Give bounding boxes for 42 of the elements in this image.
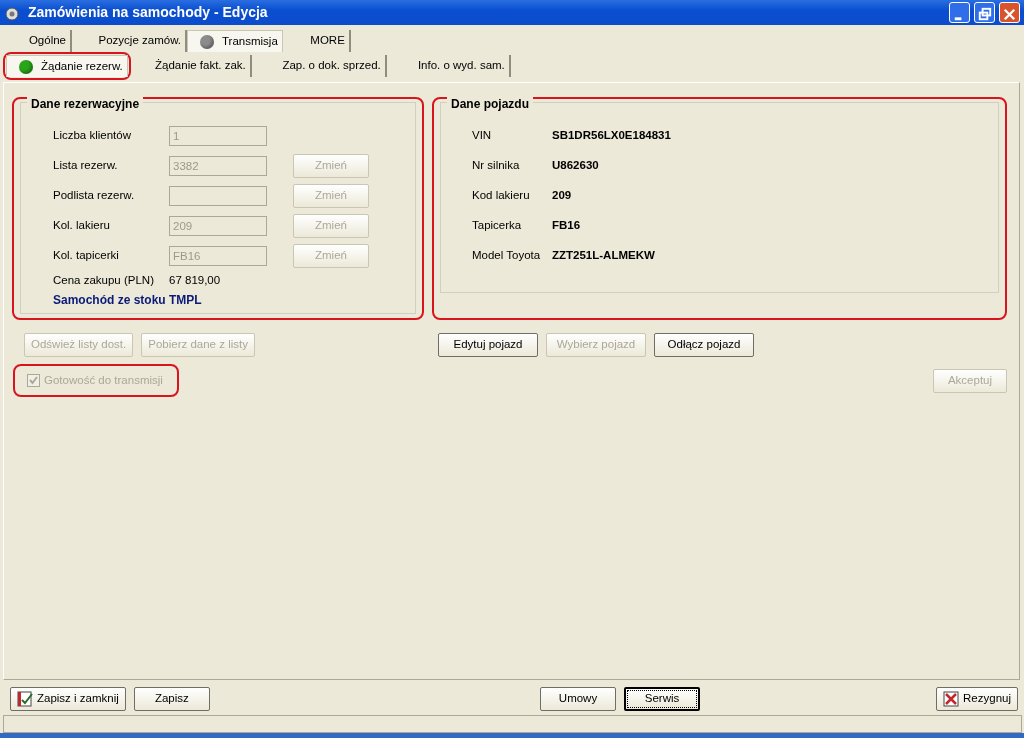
minimize-icon[interactable] [949, 2, 970, 23]
field-label: Model Toyota [472, 248, 542, 264]
field-label: Kol. tapicerki [53, 248, 120, 264]
stock-note: Samochód ze stoku TMPL [52, 292, 203, 309]
tab[interactable]: Info. o wyd. sam. [392, 55, 511, 77]
field-label: Nr silnika [472, 158, 521, 174]
field-label: Kol. lakieru [53, 218, 111, 234]
group-title: Dane rezerwacyjne [27, 95, 144, 113]
restore-icon[interactable] [974, 2, 995, 23]
field-value: 67 819,00 [169, 273, 221, 289]
field-label: Podlista rezerw. [53, 188, 136, 204]
field-label: Cena zakupu (PLN) [53, 273, 155, 289]
tab[interactable]: Żądanie fakt. zak. [133, 55, 252, 77]
field-label: Kod lakieru [472, 188, 531, 204]
tab[interactable]: Żądanie rezerw. [6, 55, 128, 77]
close-icon[interactable] [999, 2, 1020, 23]
cross-icon [943, 691, 960, 707]
notepad-check-icon [17, 691, 33, 707]
app-icon [4, 4, 20, 21]
field-value: SB1DR56LX0E184831 [552, 128, 671, 144]
footer-button[interactable]: Serwis [624, 687, 700, 711]
footer-button[interactable]: Umowy [540, 687, 616, 711]
field-label: Tapicerka [472, 218, 523, 234]
tab[interactable]: Zap. o dok. sprzed. [257, 55, 387, 77]
field-value: U862630 [552, 158, 599, 174]
checkbox-label: Gotowość do transmisji [44, 373, 163, 388]
tab[interactable]: Transmisja [187, 30, 283, 52]
action-button[interactable]: Odłącz pojazd [654, 333, 754, 357]
field-label: VIN [472, 128, 493, 144]
footer-button[interactable]: Rezygnuj [936, 687, 1018, 711]
field-label: Lista rezerw. [53, 158, 119, 174]
group-title: Dane pojazdu [447, 95, 533, 113]
field-label: Liczba klientów [53, 128, 132, 144]
tab[interactable]: MORE [282, 30, 351, 52]
footer-button[interactable]: Zapisz i zamknij [10, 687, 126, 711]
footer-button[interactable]: Zapisz [133, 687, 210, 711]
field-value: FB16 [552, 218, 581, 234]
field-value: ZZT251L-ALMEKW [552, 248, 655, 264]
field-value: 209 [552, 188, 572, 204]
window-title: Zamówienia na samochody - Edycja [28, 3, 269, 22]
tab[interactable]: Ogólne [3, 30, 72, 52]
action-button[interactable]: Edytuj pojazd [438, 333, 538, 357]
